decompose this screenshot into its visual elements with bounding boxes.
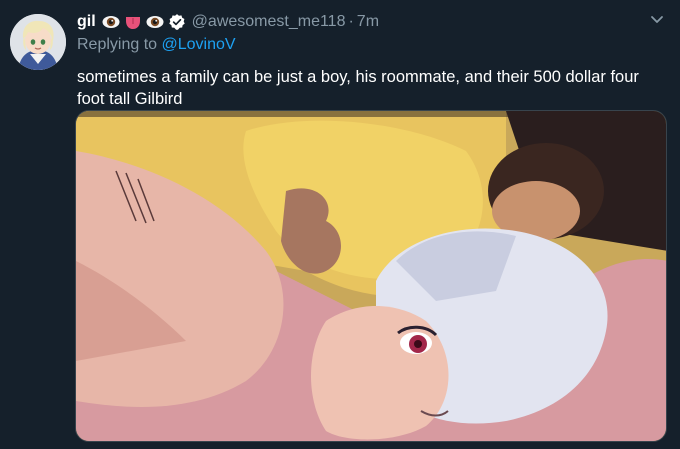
timestamp[interactable]: 7m [357,13,379,31]
tweet-content: gil @awesomest_me118 · 7m Replying to @L… [77,10,667,110]
avatar[interactable] [10,14,66,70]
tweet-text: sometimes a family can be just a boy, hi… [77,68,639,108]
replying-to-label: Replying to [77,36,162,53]
illustration-image [76,111,666,441]
separator-dot: · [348,13,354,30]
avatar-image [10,14,66,70]
eye-emoji-icon [102,13,120,31]
eye-emoji-icon [146,13,164,31]
tweet[interactable]: gil @awesomest_me118 · 7m Replying to @L… [0,0,680,449]
display-name[interactable]: gil [77,13,96,31]
verified-badge-icon [168,13,186,31]
user-handle[interactable]: @awesomest_me118 [192,13,346,31]
tweet-media[interactable] [75,110,667,442]
reply-mention-link[interactable]: @LovinoV [162,36,236,53]
chevron-down-icon[interactable] [648,10,666,28]
replying-to: Replying to @LovinoV [77,36,667,58]
tweet-header: gil @awesomest_me118 · 7m [77,10,667,34]
tongue-emoji-icon [124,13,142,31]
